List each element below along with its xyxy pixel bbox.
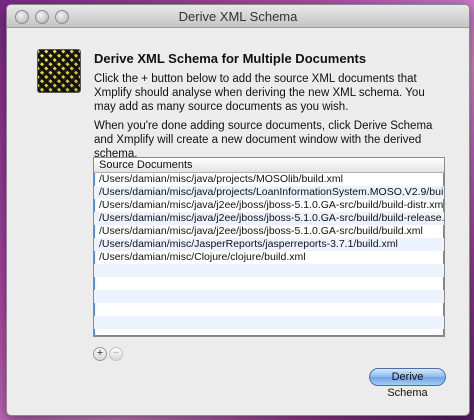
minus-icon: − — [112, 347, 120, 359]
xmplify-app-icon — [37, 49, 81, 93]
add-document-button[interactable]: + — [93, 347, 107, 361]
table-row[interactable]: /Users/damian/misc/java/projects/MOSOlib… — [94, 173, 444, 186]
dialog-heading: Derive XML Schema for Multiple Documents — [94, 51, 367, 66]
title-bar[interactable]: Derive XML Schema — [7, 5, 469, 28]
table-row[interactable]: /Users/damian/misc/java/j2ee/jboss/jboss… — [94, 225, 444, 238]
table-row[interactable]: /Users/damian/misc/java/j2ee/jboss/jboss… — [94, 212, 444, 225]
table-row[interactable]: /Users/damian/misc/JasperReports/jasperr… — [94, 238, 444, 251]
table-row[interactable] — [94, 277, 444, 290]
window-title: Derive XML Schema — [178, 9, 298, 24]
table-row[interactable] — [94, 316, 444, 329]
derive-schema-button[interactable]: Derive Schema — [369, 368, 446, 399]
instructions-paragraph: Click the + button below to add the sour… — [94, 73, 425, 113]
source-documents-table[interactable]: Source Documents /Users/damian/misc/java… — [93, 157, 445, 337]
plus-icon: + — [96, 347, 104, 359]
table-row[interactable] — [94, 329, 444, 336]
source-documents-column-header[interactable]: Source Documents — [94, 158, 444, 173]
table-row[interactable] — [94, 264, 444, 277]
table-row[interactable] — [94, 290, 444, 303]
completion-paragraph: When you're done adding source documents… — [94, 120, 433, 160]
table-row[interactable] — [94, 303, 444, 316]
remove-document-button[interactable]: − — [109, 347, 123, 361]
table-row[interactable]: /Users/damian/misc/java/projects/LoanInf… — [94, 186, 444, 199]
table-row[interactable]: /Users/damian/misc/Clojure/clojure/build… — [94, 251, 444, 264]
table-row[interactable]: /Users/damian/misc/java/j2ee/jboss/jboss… — [94, 199, 444, 212]
derive-schema-window: Derive XML Schema Derive XML Schema for … — [6, 4, 470, 416]
